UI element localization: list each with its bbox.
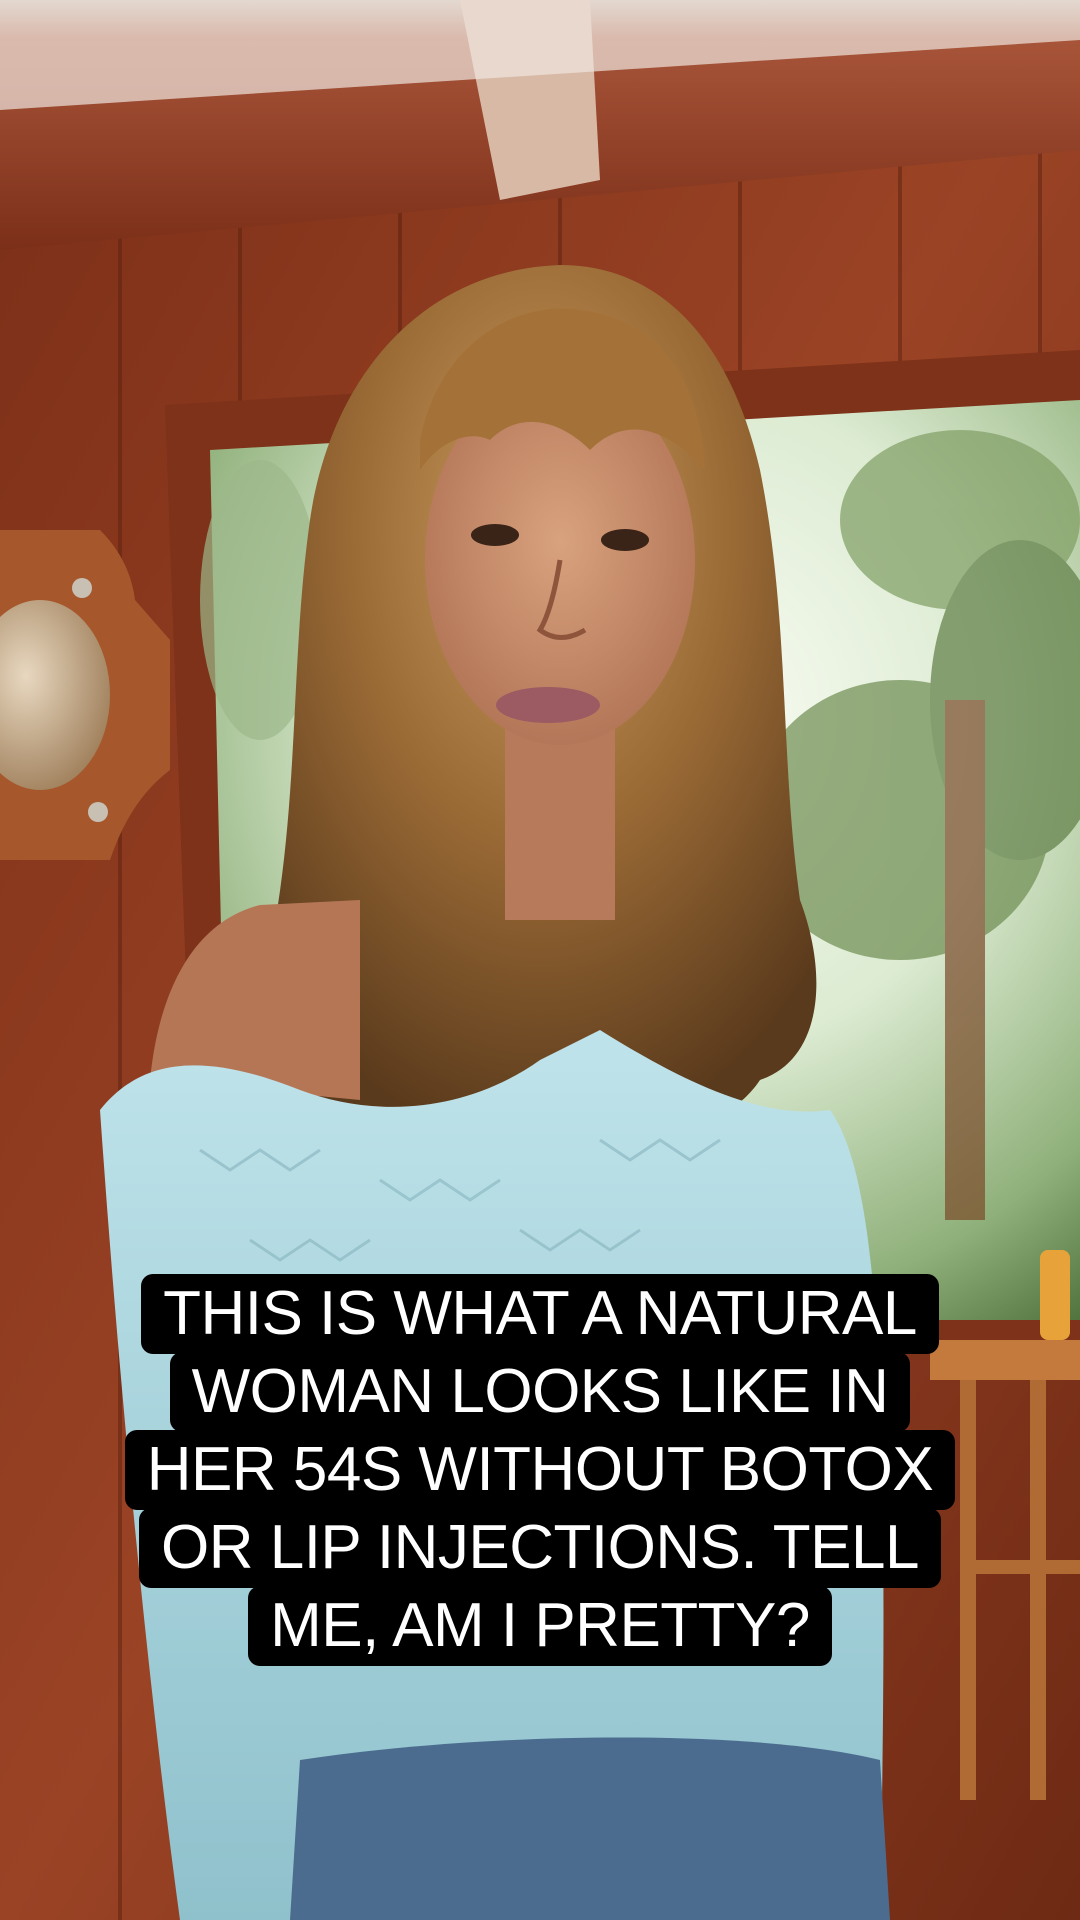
- left-eye: [471, 524, 519, 546]
- caption-line: OR LIP INJECTIONS. TELL: [139, 1508, 941, 1588]
- caption-line: HER 54S WITHOUT BOTOX: [124, 1430, 956, 1510]
- right-eye: [601, 529, 649, 551]
- caption: THIS IS WHAT A NATURAL WOMAN LOOKS LIKE …: [0, 1274, 1080, 1666]
- jeans: [290, 1737, 890, 1920]
- lips: [496, 687, 600, 723]
- caption-line: ME, AM I PRETTY?: [248, 1586, 832, 1666]
- caption-line: THIS IS WHAT A NATURAL: [141, 1274, 939, 1354]
- caption-line: WOMAN LOOKS LIKE IN: [169, 1352, 911, 1432]
- neck: [505, 720, 615, 920]
